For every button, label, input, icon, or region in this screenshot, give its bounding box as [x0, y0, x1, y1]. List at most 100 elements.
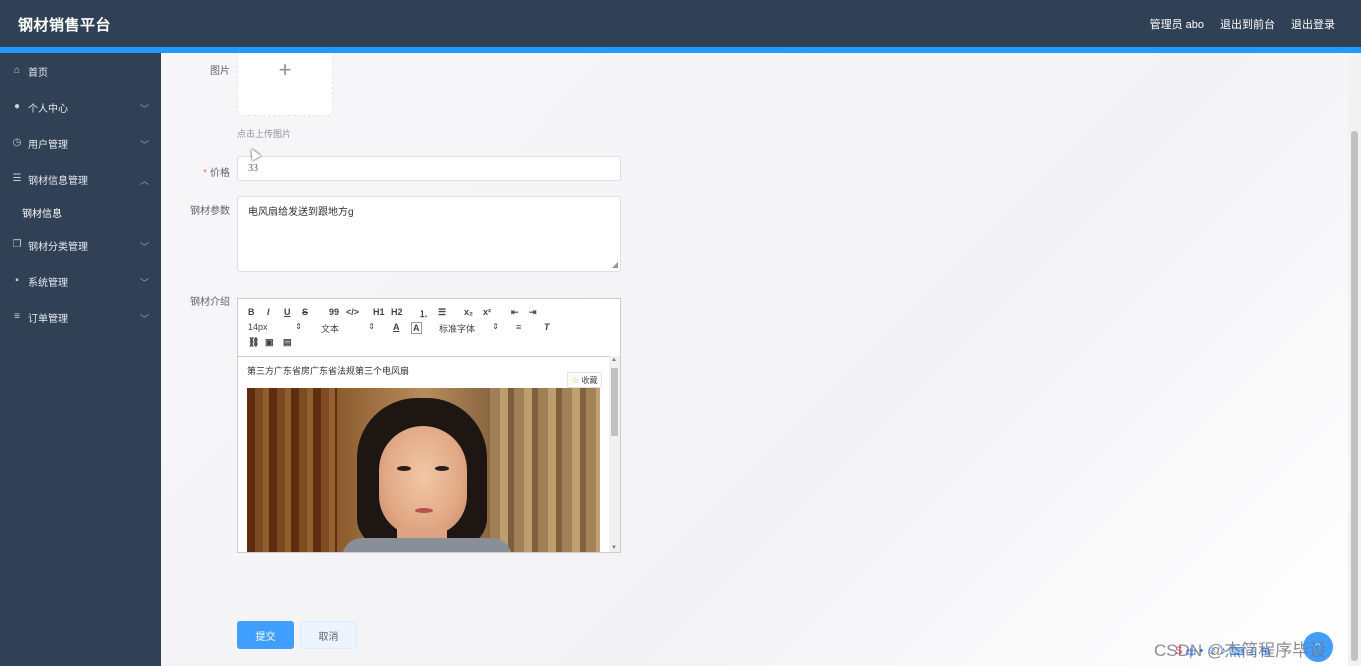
star-icon: ☆ [571, 374, 580, 385]
bold-button[interactable]: B [248, 307, 255, 317]
italic-button[interactable]: I [267, 307, 270, 317]
text-style-value: 文本 [321, 324, 340, 334]
price-label: * 价格 [160, 164, 230, 179]
sidebar-item-steel-category-management[interactable]: ❐ 钢材分类管理 ﹀ [0, 227, 161, 263]
page-scroll-thumb[interactable] [1351, 131, 1358, 661]
chevron-down-icon: ﹀ [139, 242, 149, 252]
params-value: 电风扇给发送到跟地方g [248, 207, 354, 218]
photo-face [379, 426, 467, 536]
current-user: 管理员 abo [1149, 19, 1204, 31]
font-family-select[interactable]: 标准字体 ⇕ [439, 322, 499, 335]
editor-toolbar: B I U S 99 </> H1 H2 ⒈ ☰ x₂ x² ⇤ ⇥ 14px ⇕… [238, 299, 620, 357]
sidebar: ⌂ 首页 ● 个人中心 ﹀ ◷ 用户管理 ﹀ ☰ 钢材信息管理 ︿ 钢材信息 ❐… [0, 53, 161, 666]
editor-scroll-thumb[interactable] [611, 368, 618, 436]
cancel-button[interactable]: 取消 [300, 621, 357, 649]
mic-icon[interactable]: ♪ [1220, 645, 1226, 661]
sidebar-item-label: 系统管理 [28, 277, 68, 289]
chevron-down-icon: ﹀ [139, 314, 149, 324]
ime-logo-icon: S [1175, 645, 1183, 657]
font-family-value: 标准字体 [439, 324, 476, 334]
header-links: 管理员 abo 退出到前台 退出登录 [1150, 16, 1335, 32]
editor-scrollbar[interactable]: ▲ ▼ [609, 356, 620, 552]
subscript-button[interactable]: x₂ [464, 307, 473, 317]
image-label: 图片 [210, 66, 230, 77]
emoji-icon[interactable]: ☺ [1206, 645, 1217, 661]
strike-button[interactable]: S [302, 307, 308, 317]
h2-button[interactable]: H2 [391, 307, 403, 317]
keyboard-icon[interactable]: ⌨ [1229, 645, 1245, 661]
photo-eye [435, 466, 449, 471]
image-icon[interactable]: ▣ [265, 337, 274, 348]
list-icon: ≡ [14, 311, 20, 322]
outdent-icon[interactable]: ⇤ [511, 307, 519, 318]
quote-button[interactable]: 99 [329, 307, 339, 317]
sidebar-subitem-steel-info[interactable]: 钢材信息 [0, 197, 161, 227]
chevron-down-icon: ﹀ [139, 140, 149, 150]
ime-toolbar: S 中 • ☺ ♪ ⌨ ♙ ⊞ [1175, 645, 1270, 661]
copy-icon: ❐ [12, 239, 22, 250]
scroll-up-icon[interactable]: ▲ [611, 357, 617, 363]
indent-icon[interactable]: ⇥ [529, 307, 537, 318]
superscript-button[interactable]: x² [483, 307, 491, 317]
clear-format-icon[interactable]: T [544, 322, 550, 332]
price-label-text: 价格 [210, 168, 230, 179]
sidebar-item-personal-center[interactable]: ● 个人中心 ﹀ [0, 89, 161, 125]
photo-eye [397, 466, 411, 471]
params-label: 钢材参数 [190, 206, 230, 217]
ime-mode[interactable]: 中 [1185, 645, 1196, 661]
page-scrollbar[interactable] [1348, 53, 1361, 666]
sidebar-item-order-management[interactable]: ≡ 订单管理 ﹀ [0, 299, 161, 335]
app-title: 钢材销售平台 [18, 17, 112, 34]
font-color-icon[interactable]: A [393, 322, 400, 332]
plus-icon: + [278, 57, 292, 82]
sidebar-item-system-management[interactable]: ▪ 系统管理 ﹀ [0, 263, 161, 299]
submit-button[interactable]: 提交 [237, 621, 294, 649]
sidebar-item-label: 订单管理 [28, 313, 68, 325]
chevron-down-icon: ﹀ [139, 278, 149, 288]
sidebar-item-home[interactable]: ⌂ 首页 [0, 53, 161, 89]
top-bar: 钢材销售平台 管理员 abo 退出到前台 退出登录 [0, 0, 1361, 47]
h1-button[interactable]: H1 [373, 307, 385, 317]
params-textarea[interactable]: 电风扇给发送到跟地方g ◢ [237, 196, 621, 272]
chevron-down-icon: ﹀ [139, 104, 149, 114]
photo-curtain-left [247, 388, 337, 552]
image-upload[interactable]: + [237, 53, 333, 116]
grid-icon[interactable]: ⊞ [1261, 645, 1270, 661]
sidebar-item-user-management[interactable]: ◷ 用户管理 ﹀ [0, 125, 161, 161]
logout-link[interactable]: 退出登录 [1291, 16, 1335, 32]
sidebar-item-label: 钢材分类管理 [28, 241, 88, 253]
photo-curtain-right [490, 388, 600, 552]
code-button[interactable]: </> [346, 307, 359, 317]
select-arrow-icon: ⇕ [368, 322, 375, 331]
sidebar-item-label: 用户管理 [28, 139, 68, 151]
text-style-select[interactable]: 文本 ⇕ [321, 322, 375, 335]
link-icon[interactable]: ⛓ [248, 337, 259, 348]
shirt-icon[interactable]: ♙ [1248, 645, 1258, 661]
align-icon[interactable]: ≡ [516, 322, 521, 332]
select-arrow-icon: ⇕ [295, 322, 302, 331]
sidebar-item-steel-info-management[interactable]: ☰ 钢材信息管理 ︿ [0, 161, 161, 197]
bullet-list-icon[interactable]: ☰ [438, 307, 446, 318]
font-size-value: 14px [248, 322, 268, 332]
sidebar-item-label: 个人中心 [28, 103, 68, 115]
resize-handle-icon[interactable]: ◢ [612, 260, 618, 269]
upload-tip: 点击上传图片 [237, 129, 292, 139]
embedded-photo [247, 388, 600, 552]
front-link[interactable]: 退出到前台 [1220, 16, 1275, 32]
punctuation-icon[interactable]: • [1199, 645, 1203, 661]
favorite-label: 收藏 [581, 375, 598, 385]
favorite-button[interactable]: ☆ 收藏 [567, 372, 602, 388]
scroll-down-icon[interactable]: ▼ [611, 545, 617, 551]
intro-label: 钢材介绍 [190, 297, 230, 308]
underline-button[interactable]: U [284, 307, 291, 317]
message-icon: ▪ [15, 275, 19, 286]
rich-text-editor: B I U S 99 </> H1 H2 ⒈ ☰ x₂ x² ⇤ ⇥ 14px ⇕… [237, 298, 621, 553]
sidebar-item-label: 钢材信息管理 [28, 175, 88, 187]
background-color-icon[interactable]: A [411, 322, 422, 334]
editor-content[interactable]: 第三方广东省房广东省法规第三个电风扇 ☆ 收藏 [238, 356, 620, 552]
user-icon: ● [13, 101, 21, 112]
ordered-list-icon[interactable]: ⒈ [419, 307, 428, 320]
price-input[interactable]: 33 [237, 156, 621, 181]
video-icon[interactable]: ▤ [283, 337, 292, 348]
font-size-select[interactable]: 14px ⇕ [248, 322, 302, 332]
